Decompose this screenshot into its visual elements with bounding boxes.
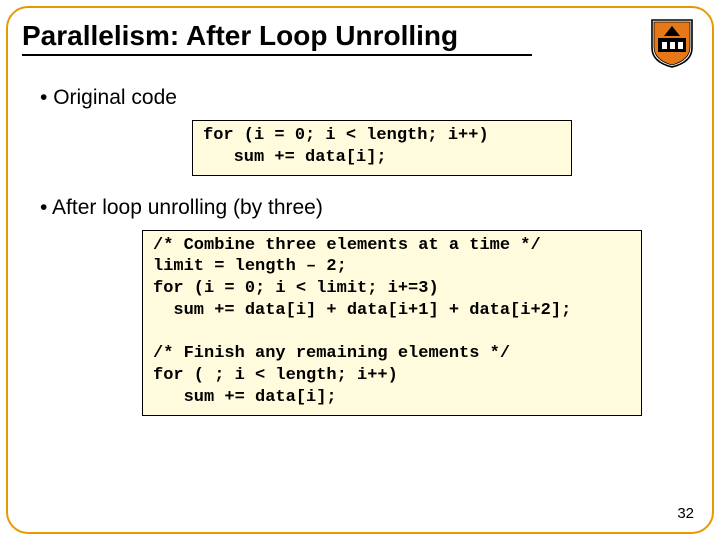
university-crest-icon <box>650 16 694 68</box>
slide-frame: Parallelism: After Loop Unrolling Origin… <box>6 6 714 534</box>
slide-title: Parallelism: After Loop Unrolling <box>22 20 532 56</box>
slide-content: Original code for (i = 0; i < length; i+… <box>8 62 712 446</box>
bullet-after-unrolling: After loop unrolling (by three) <box>40 196 688 220</box>
code-block-unrolled: /* Combine three elements at a time */ l… <box>142 230 642 416</box>
bullet-original-code: Original code <box>40 86 688 110</box>
title-area: Parallelism: After Loop Unrolling <box>8 8 712 62</box>
page-number: 32 <box>677 505 694 522</box>
code-block-original: for (i = 0; i < length; i++) sum += data… <box>192 120 572 176</box>
